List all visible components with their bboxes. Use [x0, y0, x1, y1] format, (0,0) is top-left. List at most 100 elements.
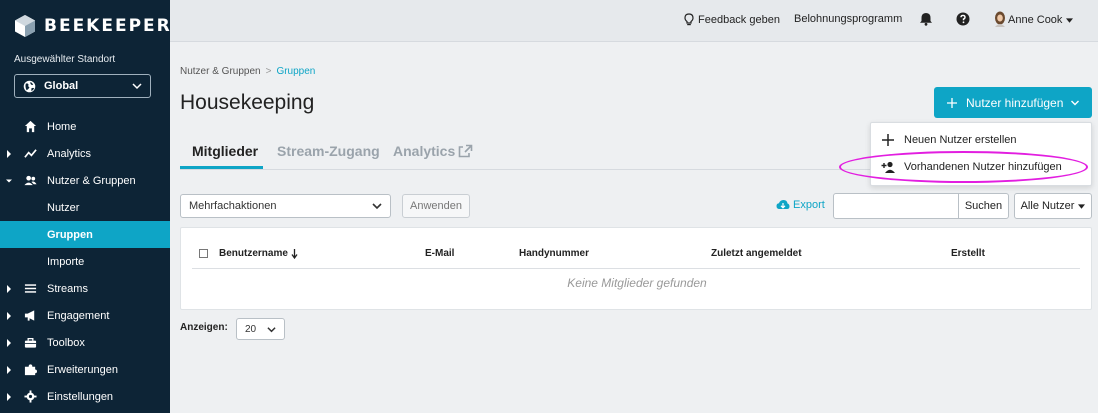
- notifications-button[interactable]: [919, 12, 933, 26]
- user-filter-label: Alle Nutzer: [1020, 200, 1075, 212]
- sidebar-item-importe[interactable]: Importe: [0, 248, 170, 275]
- rewards-link[interactable]: Belohnungsprogramm: [794, 13, 902, 25]
- column-header-phone[interactable]: Handynummer: [519, 248, 589, 259]
- export-link[interactable]: Export: [776, 199, 825, 211]
- tab-analytics[interactable]: Analytics: [393, 143, 473, 159]
- sidebar-item-home[interactable]: Home: [0, 113, 170, 140]
- external-link-icon: [458, 144, 473, 158]
- highlight-annotation: [839, 151, 1088, 183]
- sidebar-item-streams[interactable]: Streams: [0, 275, 170, 302]
- sidebar-item-label: Toolbox: [47, 336, 85, 349]
- beekeeper-logo-icon: [15, 15, 35, 37]
- tab-members[interactable]: Mitglieder: [192, 143, 258, 159]
- empty-state-message: Keine Mitglieder gefunden: [567, 276, 707, 290]
- add-user-button[interactable]: Nutzer hinzufügen: [934, 87, 1092, 118]
- sidebar-item-label: Engagement: [47, 309, 110, 322]
- plus-icon: [947, 97, 957, 108]
- chevron-down-icon: [267, 326, 276, 332]
- sidebar-nav: Home Analytics Nutzer & Gruppen Nutzer G…: [0, 113, 170, 410]
- sidebar-item-label: Erweiterungen: [47, 363, 118, 376]
- caret-right-icon: [7, 311, 11, 320]
- page-size-value: 20: [245, 323, 257, 335]
- page-title: Housekeeping: [180, 91, 315, 114]
- feedback-label: Feedback geben: [698, 13, 780, 26]
- bulk-actions-select[interactable]: Mehrfachaktionen: [180, 194, 391, 218]
- caret-down-icon: [6, 179, 12, 182]
- select-all-checkbox[interactable]: [199, 249, 208, 258]
- help-icon: [956, 12, 970, 26]
- sidebar-item-analytics[interactable]: Analytics: [0, 140, 170, 167]
- caret-down-icon: [1078, 203, 1086, 209]
- help-button[interactable]: [956, 12, 970, 26]
- column-header-email[interactable]: E-Mail: [425, 248, 454, 259]
- sidebar-item-label: Home: [47, 120, 77, 133]
- home-icon: [24, 120, 37, 133]
- brand-name: BEEKEEPER: [44, 16, 172, 36]
- menu-item-label: Neuen Nutzer erstellen: [904, 134, 1017, 146]
- add-user-label: Nutzer hinzufügen: [966, 95, 1064, 110]
- sidebar-item-label: Importe: [47, 255, 85, 268]
- rewards-label: Belohnungsprogramm: [794, 13, 903, 25]
- sidebar-item-engagement[interactable]: Engagement: [0, 302, 170, 329]
- location-label: Ausgewählter Standort: [14, 54, 116, 65]
- megaphone-icon: [24, 310, 35, 321]
- breadcrumb-separator: >: [265, 66, 272, 77]
- list-icon: [24, 284, 37, 293]
- search-button[interactable]: Suchen: [958, 193, 1009, 219]
- sidebar-item-label: Streams: [47, 282, 88, 295]
- sidebar-item-users-groups[interactable]: Nutzer & Gruppen: [0, 167, 170, 194]
- gear-icon: [24, 390, 37, 403]
- feedback-link[interactable]: Feedback geben: [684, 13, 780, 26]
- apply-button[interactable]: Anwenden: [402, 194, 470, 218]
- column-header-last-login[interactable]: Zuletzt angemeldet: [711, 248, 802, 259]
- top-bar: Feedback geben Belohnungsprogramm Anne C…: [170, 0, 1098, 42]
- users-icon: [24, 175, 37, 186]
- export-label: Export: [793, 199, 825, 211]
- page-size-label: Anzeigen:: [180, 322, 228, 333]
- sidebar-item-label: Einstellungen: [47, 390, 114, 403]
- caret-right-icon: [7, 365, 11, 374]
- user-name: Anne Cook: [1008, 14, 1063, 26]
- page-size-select[interactable]: 20: [236, 318, 285, 340]
- menu-item-create-user[interactable]: Neuen Nutzer erstellen: [881, 133, 1017, 147]
- members-table: Benutzername E-Mail Handynummer Zuletzt …: [180, 227, 1092, 310]
- globe-icon: [23, 80, 36, 92]
- plus-icon: [882, 134, 894, 146]
- avatar: [992, 11, 1008, 27]
- chevron-down-icon: [1071, 100, 1079, 106]
- user-filter-dropdown[interactable]: Alle Nutzer: [1014, 193, 1092, 219]
- sidebar-item-toolbox[interactable]: Toolbox: [0, 329, 170, 356]
- active-tab-indicator: [180, 166, 263, 169]
- caret-right-icon: [7, 149, 11, 158]
- chevron-down-icon: [132, 83, 142, 90]
- caret-down-icon: [1066, 17, 1074, 23]
- search-input[interactable]: [833, 193, 959, 219]
- sidebar-item-label: Gruppen: [47, 228, 93, 241]
- toolbox-icon: [24, 337, 37, 348]
- bell-icon: [920, 13, 932, 26]
- breadcrumb-parent[interactable]: Nutzer & Gruppen: [180, 66, 261, 77]
- logo[interactable]: BEEKEEPER: [14, 14, 172, 38]
- caret-right-icon: [7, 392, 11, 401]
- sidebar-item-extensions[interactable]: Erweiterungen: [0, 356, 170, 383]
- column-header-created[interactable]: Erstellt: [951, 248, 985, 259]
- sidebar-item-nutzer[interactable]: Nutzer: [0, 194, 170, 221]
- tab-stream-access[interactable]: Stream-Zugang: [277, 143, 380, 159]
- tab-analytics-label: Analytics: [393, 143, 456, 159]
- sidebar-item-gruppen[interactable]: Gruppen: [0, 221, 170, 248]
- bulk-actions-value: Mehrfachaktionen: [189, 200, 277, 212]
- caret-right-icon: [7, 338, 11, 347]
- sidebar-item-settings[interactable]: Einstellungen: [0, 383, 170, 410]
- breadcrumb-current[interactable]: Gruppen: [276, 66, 315, 77]
- table-divider: [192, 268, 1080, 269]
- user-menu[interactable]: Anne Cook: [992, 11, 1074, 27]
- location-select[interactable]: Global: [14, 74, 151, 98]
- analytics-icon: [24, 149, 37, 158]
- column-header-username[interactable]: Benutzername: [219, 248, 298, 259]
- puzzle-icon: [24, 364, 37, 376]
- sidebar: BEEKEEPER Ausgewählter Standort Global H…: [0, 0, 170, 413]
- column-header-label: Benutzername: [219, 248, 288, 259]
- caret-right-icon: [7, 284, 11, 293]
- cloud-download-icon: [776, 200, 790, 209]
- breadcrumb: Nutzer & Gruppen > Gruppen: [180, 66, 315, 77]
